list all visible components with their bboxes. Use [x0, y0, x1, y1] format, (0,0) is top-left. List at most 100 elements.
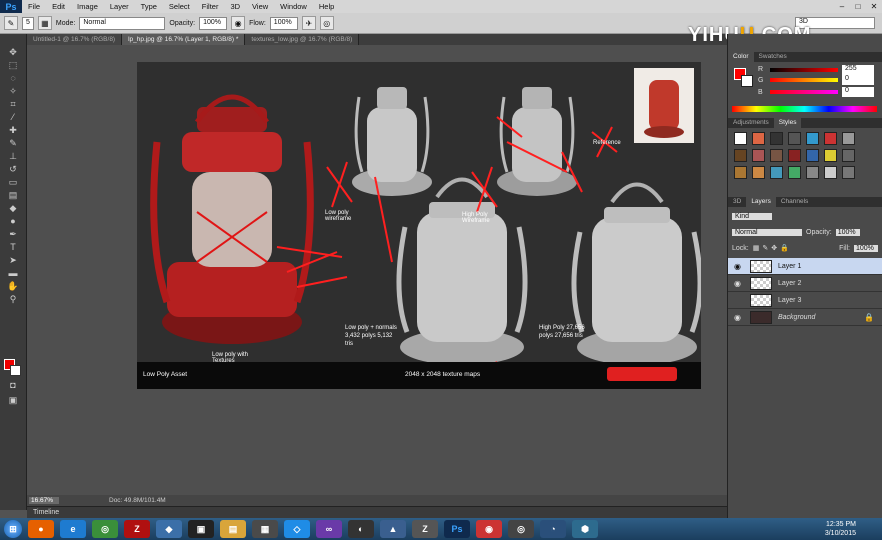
tab-3d[interactable]: 3D [728, 197, 746, 207]
color-ramp[interactable] [732, 106, 877, 112]
fill-field[interactable]: 100% [854, 244, 878, 252]
gradient-tool-icon[interactable]: ▤ [4, 189, 22, 202]
menu-file[interactable]: File [22, 2, 46, 11]
healing-tool-icon[interactable]: ✚ [4, 124, 22, 137]
system-clock[interactable]: 12:35 PM 3/10/2015 [825, 520, 882, 538]
lasso-tool-icon[interactable]: ◌ [4, 72, 22, 85]
eye-icon[interactable]: ◉ [734, 313, 744, 322]
style-swatch[interactable] [752, 166, 765, 179]
zoom-field[interactable]: 16.67% [29, 497, 59, 504]
style-swatch[interactable] [734, 132, 747, 145]
app-icon[interactable]: ▦ [252, 520, 278, 538]
quick-mask-icon[interactable]: ◘ [4, 379, 22, 392]
tab-color[interactable]: Color [728, 52, 754, 62]
style-swatch[interactable] [806, 166, 819, 179]
eye-icon[interactable]: ◉ [734, 262, 744, 271]
maximize-icon[interactable]: □ [850, 0, 866, 13]
app-icon[interactable]: ◆ [156, 520, 182, 538]
style-swatch[interactable] [806, 132, 819, 145]
style-swatch[interactable] [788, 132, 801, 145]
menu-window[interactable]: Window [274, 2, 313, 11]
minimize-icon[interactable]: – [834, 0, 850, 13]
layer-row[interactable]: ◉ Layer 2 [728, 275, 882, 292]
history-brush-tool-icon[interactable]: ↺ [4, 163, 22, 176]
style-swatch[interactable] [824, 149, 837, 162]
crop-tool-icon[interactable]: ⌗ [4, 98, 22, 111]
brush-panel-icon[interactable]: ▦ [37, 16, 52, 30]
kind-filter-select[interactable]: Kind [732, 212, 772, 220]
app-icon[interactable]: ▣ [188, 520, 214, 538]
photoshop-icon[interactable]: Ps [444, 520, 470, 538]
eye-icon[interactable]: ◉ [734, 279, 744, 288]
marquee-tool-icon[interactable]: ⬚ [4, 59, 22, 72]
lock-icons[interactable]: ▦✎✥🔒 [753, 244, 792, 252]
app-icon[interactable]: ◉ [476, 520, 502, 538]
style-swatch[interactable] [734, 166, 747, 179]
menu-layer[interactable]: Layer [104, 2, 135, 11]
style-swatch[interactable] [770, 132, 783, 145]
style-swatch[interactable] [770, 149, 783, 162]
menu-select[interactable]: Select [163, 2, 196, 11]
path-select-tool-icon[interactable]: ➤ [4, 254, 22, 267]
zbrush-icon[interactable]: Z [412, 520, 438, 538]
brush-size-field[interactable]: 5 [22, 16, 34, 30]
ie-icon[interactable]: e [60, 520, 86, 538]
tab-swatches[interactable]: Swatches [754, 52, 792, 62]
pressure-size-icon[interactable]: ◎ [319, 16, 334, 30]
menu-filter[interactable]: Filter [196, 2, 225, 11]
document-canvas[interactable]: Low poly wireframe High Poly Wireframe R… [137, 62, 701, 389]
style-swatch[interactable] [752, 149, 765, 162]
pressure-opacity-icon[interactable]: ◉ [231, 16, 246, 30]
pen-tool-icon[interactable]: ✒ [4, 228, 22, 241]
screen-mode-icon[interactable]: ▣ [4, 394, 22, 407]
style-swatch[interactable] [752, 132, 765, 145]
mode-select[interactable]: Normal [79, 16, 166, 30]
start-orb-icon[interactable]: ⊞ [4, 520, 22, 538]
flow-field[interactable]: 100% [269, 16, 298, 30]
blend-mode-select[interactable]: Normal [732, 228, 802, 236]
dodge-tool-icon[interactable]: ● [4, 215, 22, 228]
style-swatch[interactable] [806, 149, 819, 162]
app-icon[interactable]: ◐ [348, 520, 374, 538]
r-slider[interactable] [770, 67, 838, 72]
background-color-swatch[interactable] [10, 365, 21, 376]
3dsmax-icon[interactable]: ⬢ [572, 520, 598, 538]
g-slider[interactable] [770, 78, 838, 82]
quick-select-tool-icon[interactable]: ✧ [4, 85, 22, 98]
explorer-icon[interactable]: ▤ [220, 520, 246, 538]
style-swatch[interactable] [770, 166, 783, 179]
menu-image[interactable]: Image [71, 2, 104, 11]
chrome-icon[interactable]: ◎ [92, 520, 118, 538]
airbrush-icon[interactable]: ✈ [301, 16, 316, 30]
tab-adjustments[interactable]: Adjustments [728, 118, 774, 128]
app-icon[interactable]: ◔ [540, 520, 566, 538]
menu-3d[interactable]: 3D [224, 2, 246, 11]
tab-styles[interactable]: Styles [773, 118, 802, 128]
eyedropper-tool-icon[interactable]: ⁄ [4, 111, 22, 124]
layer-row[interactable]: ◉ Background 🔒 [728, 309, 882, 326]
zoom-tool-icon[interactable]: ⚲ [4, 293, 22, 306]
menu-view[interactable]: View [246, 2, 274, 11]
type-tool-icon[interactable]: T [4, 241, 22, 254]
style-swatch[interactable] [842, 132, 855, 145]
blur-tool-icon[interactable]: ◆ [4, 202, 22, 215]
firefox-icon[interactable]: ● [28, 520, 54, 538]
stamp-tool-icon[interactable]: ⊥ [4, 150, 22, 163]
g-value-field[interactable]: 0 [842, 75, 874, 85]
shape-tool-icon[interactable]: ▬ [4, 267, 22, 280]
b-slider[interactable] [770, 90, 838, 94]
close-icon[interactable]: ✕ [866, 0, 882, 13]
brush-preset-icon[interactable]: ✎ [4, 16, 18, 30]
r-value-field[interactable]: 255 [842, 64, 874, 75]
style-swatch[interactable] [788, 166, 801, 179]
tab-textures-low[interactable]: textures_low.jpg @ 16.7% (RGB/8) [245, 34, 360, 45]
move-tool-icon[interactable]: ✥ [4, 46, 22, 59]
style-swatch[interactable] [842, 166, 855, 179]
tab-channels[interactable]: Channels [776, 197, 813, 207]
b-value-field[interactable]: 0 [842, 87, 874, 97]
style-swatch[interactable] [824, 166, 837, 179]
panel-bg-swatch[interactable] [741, 75, 753, 87]
menu-help[interactable]: Help [313, 2, 340, 11]
style-swatch[interactable] [788, 149, 801, 162]
brush-tool-icon[interactable]: ✎ [4, 137, 22, 150]
